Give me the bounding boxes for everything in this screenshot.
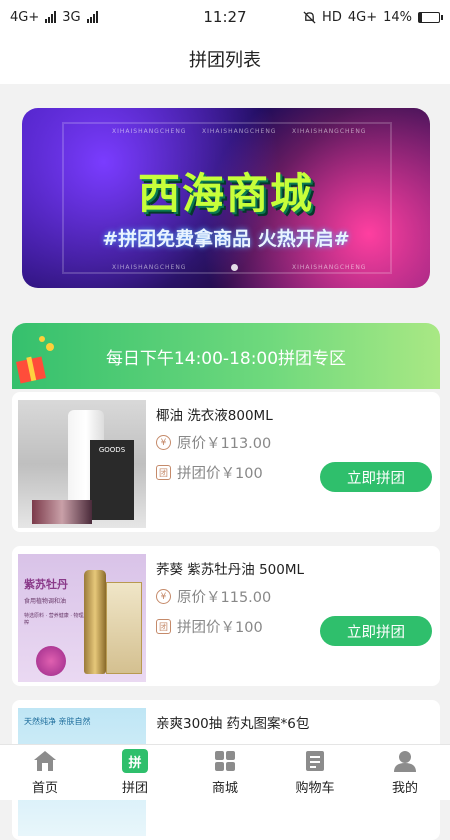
original-price-row: ¥ 原价￥115.00 bbox=[156, 586, 271, 607]
tab-group-buy[interactable]: 拼 拼团 bbox=[90, 745, 180, 800]
image-label-box: GOODS bbox=[90, 440, 134, 520]
page-title: 拼团列表 bbox=[189, 50, 261, 71]
page-header: 拼团列表 bbox=[0, 34, 450, 84]
join-group-button[interactable]: 立即拼团 bbox=[320, 462, 432, 492]
battery-fill bbox=[419, 12, 422, 22]
original-price-row: ¥ 原价￥113.00 bbox=[156, 432, 271, 453]
image-box bbox=[106, 582, 142, 674]
status-left: 4G+ 3G bbox=[10, 10, 98, 25]
group-price-row: 团 拼团价￥100 bbox=[156, 616, 263, 637]
original-price: 原价￥115.00 bbox=[177, 590, 272, 606]
tab-label: 首页 bbox=[31, 781, 58, 796]
product-image: 紫苏牡丹 食用植物调和油 特选原料 · 营养健康 · 物理压榨 bbox=[18, 554, 146, 682]
product-name: 亲爽300抽 药丸图案*6包 bbox=[156, 716, 310, 732]
signal-icon-2 bbox=[86, 11, 98, 23]
home-icon bbox=[32, 749, 58, 773]
banner-brand-tag: XIHAISHANGCHENG bbox=[112, 128, 187, 135]
user-icon bbox=[392, 749, 418, 773]
image-title: 紫苏牡丹 bbox=[24, 578, 68, 591]
original-price: 原价￥113.00 bbox=[177, 436, 272, 452]
banner-brand-tag: XIHAISHANGCHENG bbox=[112, 264, 187, 271]
image-flowers bbox=[32, 500, 92, 524]
banner-brand-tag: XIHAISHANGCHENG bbox=[292, 264, 367, 271]
image-title: 天然纯净 亲肤自然 bbox=[24, 717, 91, 726]
signal-icon bbox=[45, 11, 57, 23]
join-group-button[interactable]: 立即拼团 bbox=[320, 616, 432, 646]
network-label-1: 4G+ bbox=[10, 9, 40, 25]
network-label-3: 4G+ bbox=[347, 9, 378, 25]
status-right: HD 4G+ 14% bbox=[303, 9, 443, 25]
promo-banner[interactable]: XIHAISHANGCHENG XIHAISHANGCHENG XIHAISHA… bbox=[22, 108, 430, 288]
zone-title: 每日下午14:00-18:00拼团专区 bbox=[105, 348, 347, 369]
tab-cart[interactable]: 购物车 bbox=[270, 745, 360, 800]
yen-icon: ¥ bbox=[156, 435, 171, 450]
group-price-icon: 团 bbox=[156, 465, 171, 480]
product-name: 荞葵 紫苏牡丹油 500ML bbox=[156, 562, 305, 578]
product-image: GOODS bbox=[18, 400, 146, 528]
group-buy-zone-header: 每日下午14:00-18:00拼团专区 bbox=[12, 323, 440, 389]
image-bottle bbox=[84, 570, 106, 674]
network-label-2: 3G bbox=[62, 9, 81, 25]
product-card[interactable]: 紫苏牡丹 食用植物调和油 特选原料 · 营养健康 · 物理压榨 荞葵 紫苏牡丹油… bbox=[12, 546, 440, 686]
banner-title: 西海商城 bbox=[137, 169, 314, 218]
tab-label: 购物车 bbox=[295, 781, 335, 796]
group-buy-icon-text: 拼 bbox=[128, 755, 142, 771]
banner-brand-tag: XIHAISHANGCHENG bbox=[202, 128, 277, 135]
cart-icon bbox=[302, 749, 328, 773]
mute-bell-icon bbox=[303, 10, 316, 24]
group-price-icon: 团 bbox=[156, 619, 171, 634]
group-buy-icon: 拼 bbox=[122, 749, 148, 773]
battery-percent: 14% bbox=[383, 9, 412, 25]
tab-mall[interactable]: 商城 bbox=[180, 745, 270, 800]
hd-label: HD bbox=[322, 9, 342, 25]
status-bar: 4G+ 3G 11:27 HD 4G+ 14% bbox=[0, 0, 450, 34]
group-price: 拼团价￥100 bbox=[177, 620, 263, 636]
yen-icon: ¥ bbox=[156, 589, 171, 604]
image-subtitle: 食用植物调和油 bbox=[24, 598, 67, 605]
tab-label: 商城 bbox=[211, 781, 238, 796]
product-image-label: GOODS bbox=[98, 446, 126, 454]
banner-brand-tag: XIHAISHANGCHENG bbox=[292, 128, 367, 135]
product-card[interactable]: GOODS 椰油 洗衣液800ML ¥ 原价￥113.00 团 拼团价￥100 … bbox=[12, 392, 440, 532]
tab-label: 拼团 bbox=[121, 781, 148, 796]
image-tags: 特选原料 · 营养健康 · 物理压榨 bbox=[24, 613, 89, 626]
tab-profile[interactable]: 我的 bbox=[360, 745, 450, 800]
product-name: 椰油 洗衣液800ML bbox=[156, 408, 273, 424]
group-price-row: 团 拼团价￥100 bbox=[156, 462, 263, 483]
bottom-tab-bar: 首页 拼 拼团 商城 购物车 我的 bbox=[0, 744, 450, 800]
group-price: 拼团价￥100 bbox=[177, 466, 263, 482]
banner-indicator-dot bbox=[231, 264, 238, 271]
mall-grid-icon bbox=[212, 749, 238, 773]
tab-home[interactable]: 首页 bbox=[0, 745, 90, 800]
image-flower bbox=[36, 646, 66, 676]
banner-subtitle: #拼团免费拿商品 火热开启# bbox=[102, 228, 350, 250]
battery-icon bbox=[418, 11, 443, 23]
tab-label: 我的 bbox=[391, 781, 418, 796]
gift-icon bbox=[15, 336, 54, 384]
